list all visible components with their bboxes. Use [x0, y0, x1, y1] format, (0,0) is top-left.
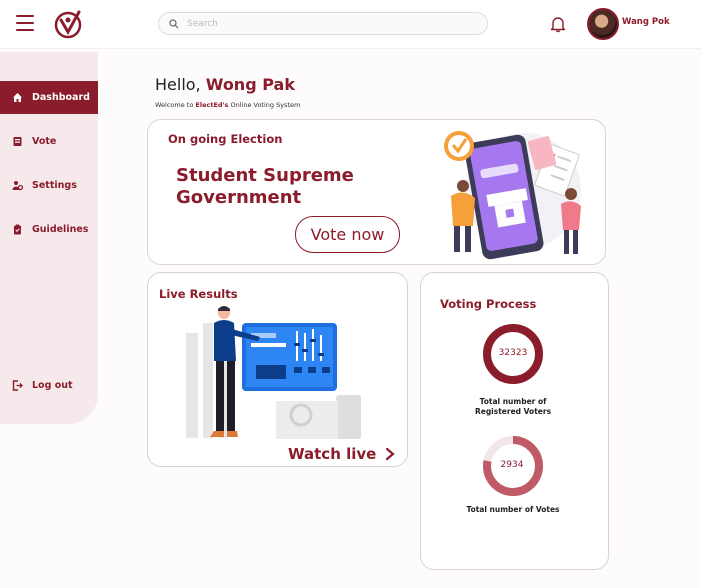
welcome-prefix: Welcome to	[155, 101, 194, 109]
user-name[interactable]: Wang Pok	[622, 17, 670, 27]
ongoing-election-card: On going Election Student Supreme Govern…	[147, 119, 606, 265]
avatar[interactable]	[587, 8, 619, 40]
sidebar-item-settings[interactable]: Settings	[0, 169, 98, 202]
card-title: On going Election	[168, 132, 283, 146]
sidebar-item-vote[interactable]: Vote	[0, 125, 98, 158]
card-title: Live Results	[159, 287, 238, 301]
sidebar-item-dashboard[interactable]: Dashboard	[0, 81, 98, 114]
sidebar-item-label: Vote	[32, 136, 57, 147]
sidebar: Dashboard Vote Settings Guidelines Log o…	[0, 52, 98, 424]
menu-icon[interactable]	[16, 15, 34, 31]
card-title: Voting Process	[440, 297, 537, 311]
logout-label: Log out	[32, 380, 73, 391]
registered-voters-label: Total number of Registered Voters	[474, 397, 552, 416]
greeting-hello: Hello,	[155, 75, 201, 94]
sidebar-item-label: Settings	[32, 180, 77, 191]
total-votes-label: Total number of Votes	[466, 505, 560, 514]
voting-process-card: Voting Process 32323 Total number of Reg…	[420, 272, 609, 570]
live-results-illustration	[186, 306, 361, 439]
home-icon	[12, 92, 23, 103]
welcome-suffix: Online Voting System	[230, 101, 301, 109]
search-icon	[169, 18, 179, 28]
settings-icon	[12, 180, 23, 191]
registered-voters-value: 32323	[498, 348, 528, 358]
greeting: Hello, Wong Pak	[155, 75, 295, 94]
sidebar-item-label: Dashboard	[32, 92, 90, 103]
logout-button[interactable]: Log out	[0, 369, 98, 402]
sidebar-item-guidelines[interactable]: Guidelines	[0, 213, 98, 246]
chevron-right-icon	[386, 447, 396, 461]
search-input[interactable]	[187, 18, 477, 29]
welcome-message: Welcome to ElectEd's Online Voting Syste…	[155, 101, 300, 109]
bell-icon[interactable]	[549, 15, 567, 33]
top-bar: Wang Pok	[0, 0, 701, 49]
brand-name: ElectEd's	[195, 101, 229, 109]
logo-icon[interactable]	[52, 8, 84, 40]
vote-now-button[interactable]: Vote now	[295, 216, 400, 253]
logout-icon	[12, 380, 23, 391]
live-results-card: Live Results Watch live	[147, 272, 408, 467]
voting-illustration	[444, 131, 581, 260]
greeting-name: Wong Pak	[205, 75, 295, 94]
watch-live-link[interactable]: Watch live	[288, 445, 398, 463]
watch-live-label: Watch live	[288, 445, 377, 463]
election-name: Student Supreme Government	[176, 165, 354, 208]
guidelines-icon	[12, 224, 23, 235]
search-bar[interactable]	[158, 12, 488, 35]
ballot-icon	[12, 136, 23, 147]
sidebar-item-label: Guidelines	[32, 224, 89, 235]
total-votes-value: 2934	[500, 460, 524, 470]
